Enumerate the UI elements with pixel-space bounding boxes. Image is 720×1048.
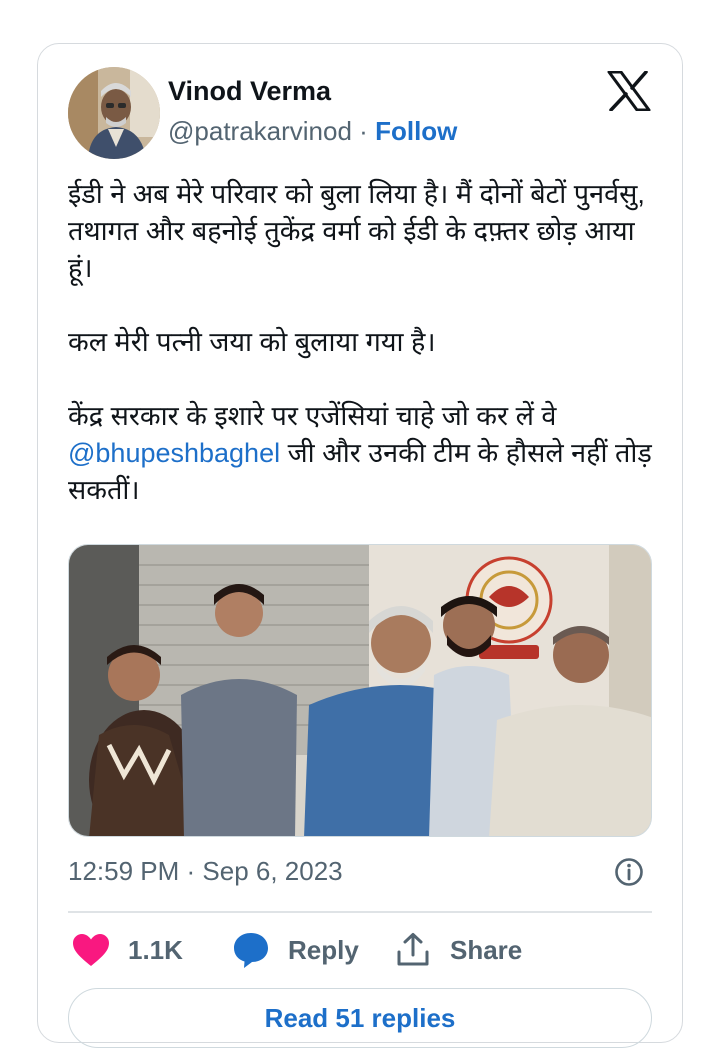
meta-separator: · — [179, 856, 203, 886]
like-button[interactable]: 1.1K — [72, 928, 183, 972]
author-handle-row: @patrakarvinod · Follow — [168, 116, 457, 147]
tweet-paragraph-1: ईडी ने अब मेरे परिवार को बुला लिया है। म… — [68, 179, 645, 283]
author-handle[interactable]: @patrakarvinod — [168, 116, 352, 146]
heart-icon — [73, 934, 109, 966]
handle-separator: · — [359, 116, 368, 146]
avatar-photo — [68, 67, 160, 159]
info-icon[interactable] — [614, 857, 644, 887]
reply-label: Reply — [288, 934, 359, 965]
read-replies-button[interactable]: Read 51 replies — [68, 988, 652, 1048]
tweet-paragraph-3-start: केंद्र सरकार के इशारे पर एजेंसियां चाहे … — [68, 401, 557, 431]
tweet-text: ईडी ने अब मेरे परिवार को बुला लिया है। म… — [68, 176, 658, 546]
avatar[interactable] — [68, 67, 160, 159]
share-button[interactable]: Share — [396, 928, 522, 972]
tweet-date: Sep 6, 2023 — [202, 856, 343, 886]
tweet-paragraph-2: कल मेरी पत्नी जया को बुलाया गया है। — [68, 327, 436, 357]
reply-bubble-icon — [234, 933, 268, 968]
reply-button[interactable]: Reply — [232, 928, 359, 972]
follow-button[interactable]: Follow — [375, 116, 457, 146]
x-logo-icon[interactable] — [607, 71, 651, 111]
mention-link[interactable]: @bhupeshbaghel — [68, 438, 280, 468]
tweet-paragraph-3: केंद्र सरकार के इशारे पर एजेंसियां चाहे … — [68, 398, 658, 509]
tweet-photo[interactable] — [68, 544, 652, 837]
group-photo — [69, 545, 651, 836]
author-display-name[interactable]: Vinod Verma — [168, 76, 331, 107]
tweet-timestamp[interactable]: 12:59 PM · Sep 6, 2023 — [68, 856, 343, 887]
divider — [68, 911, 652, 913]
like-count: 1.1K — [128, 934, 183, 965]
share-label: Share — [450, 934, 523, 965]
tweet-time: 12:59 PM — [68, 856, 180, 886]
read-replies-label: Read 51 replies — [264, 1003, 456, 1033]
share-icon — [397, 933, 429, 966]
